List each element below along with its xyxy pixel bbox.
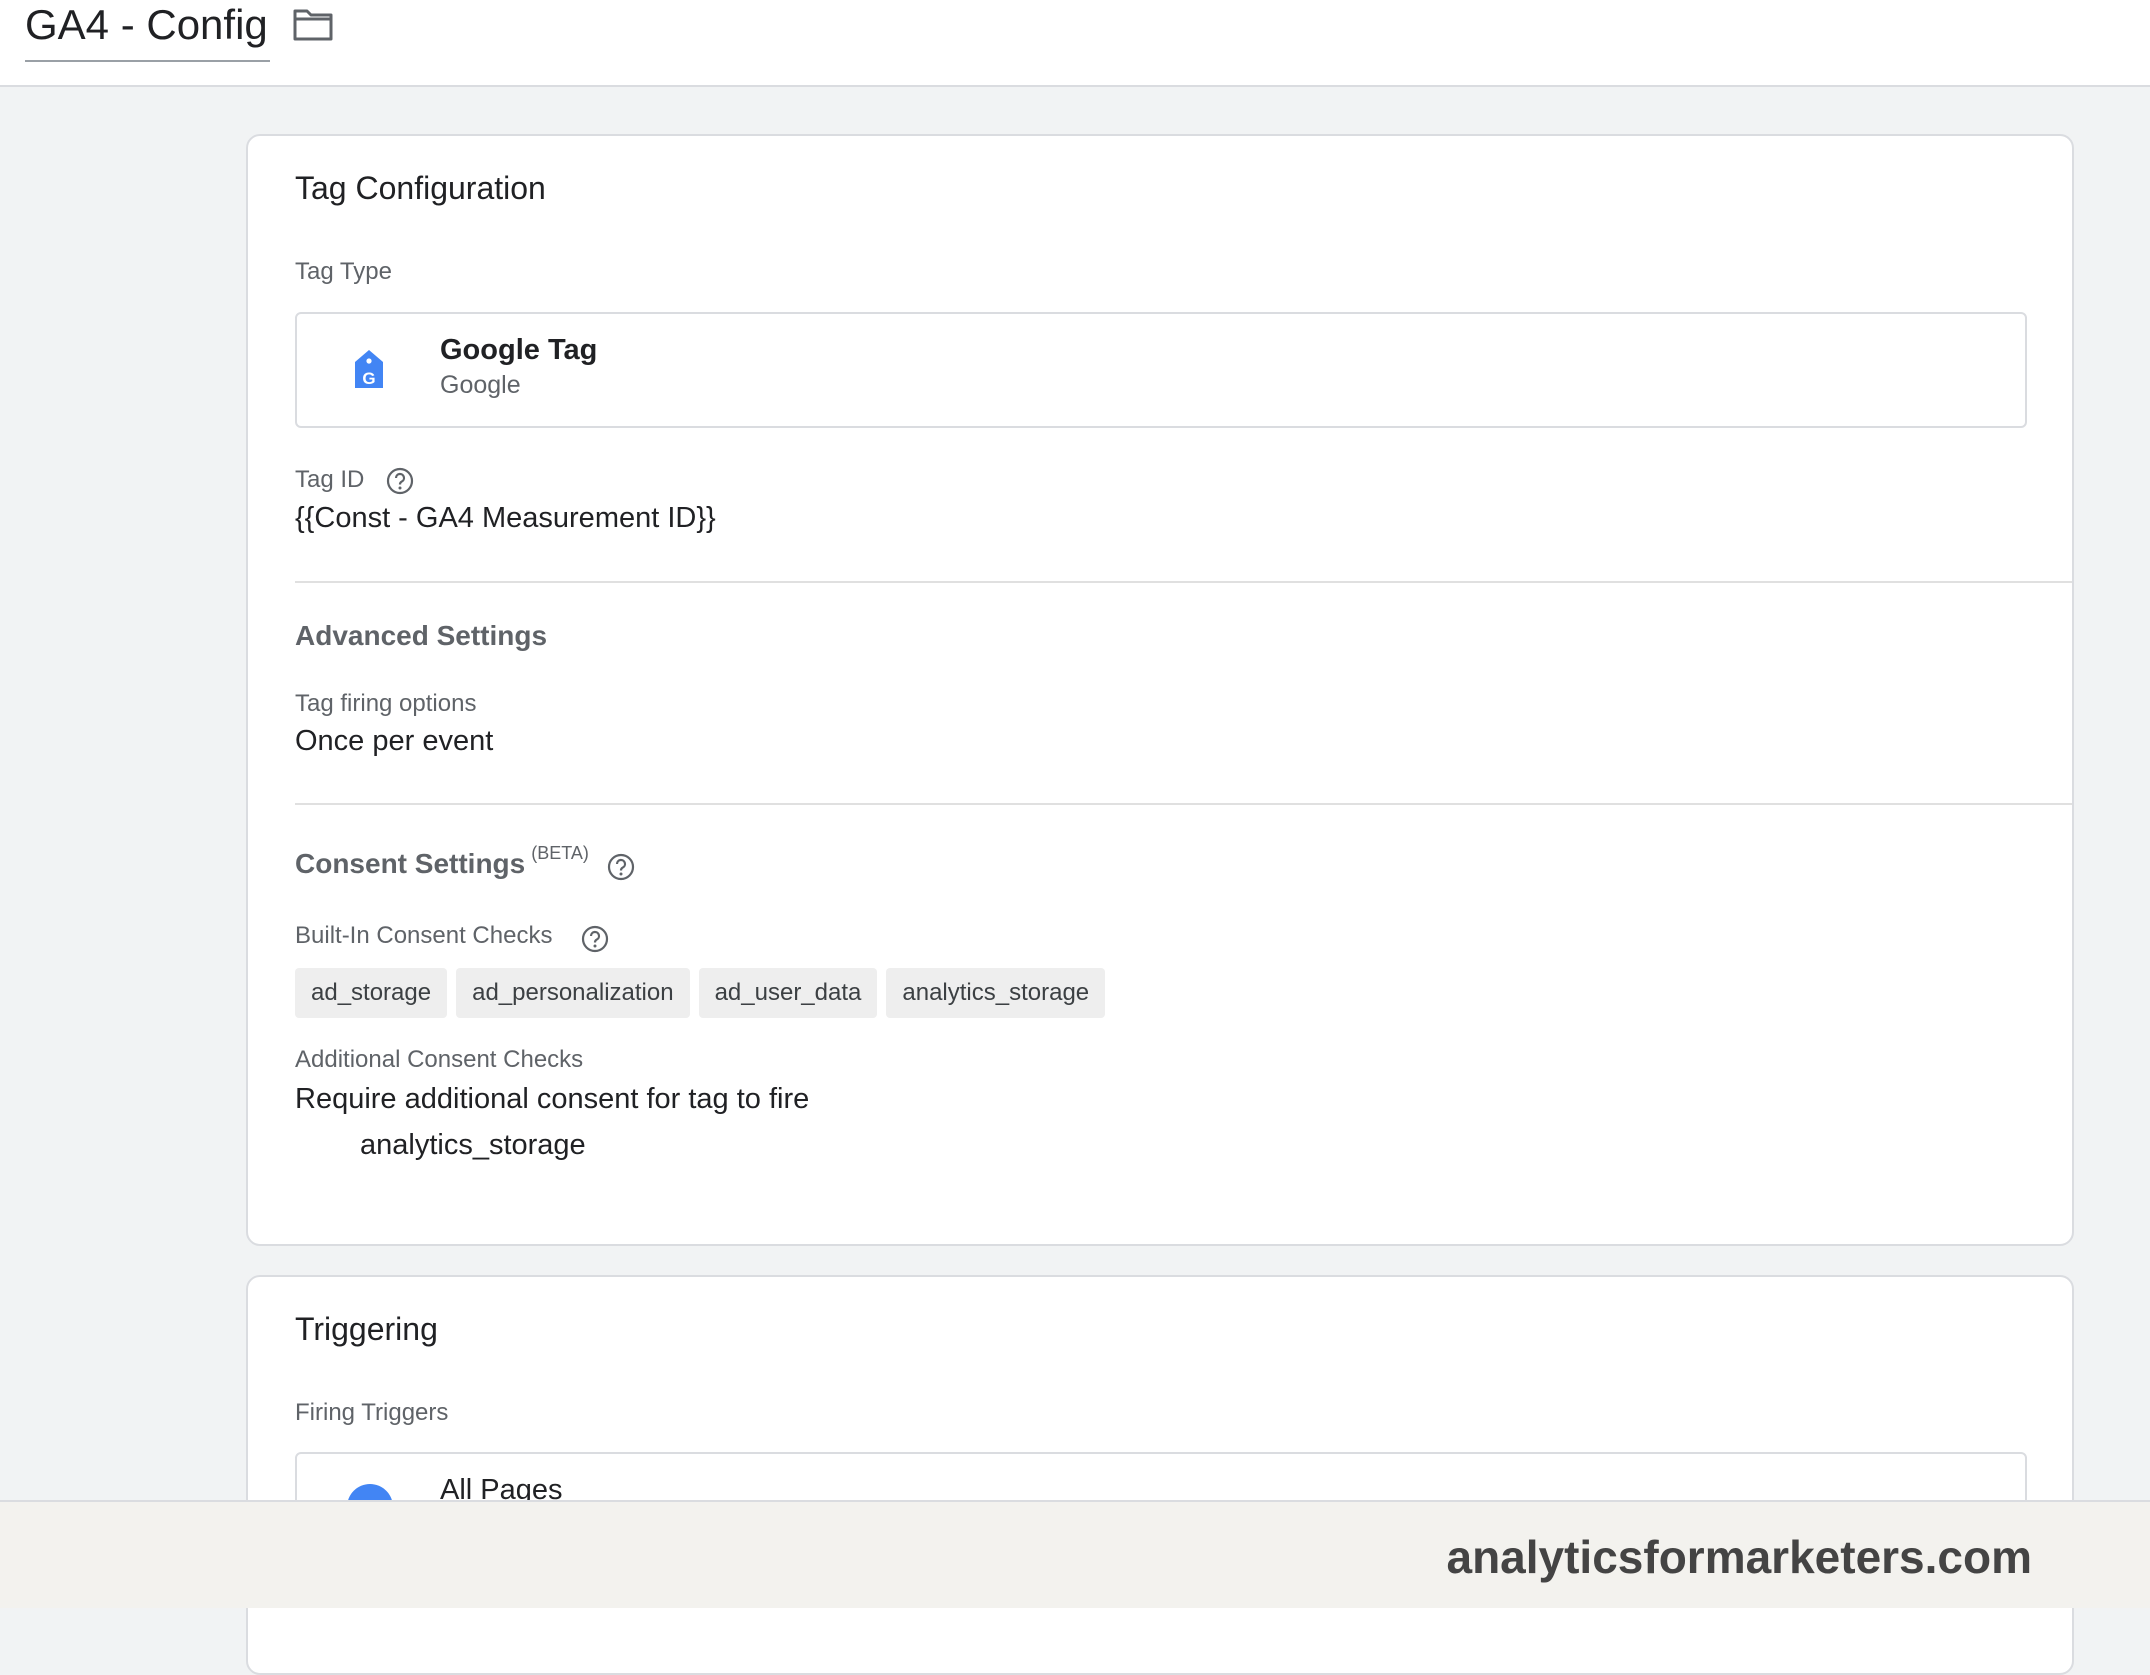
tag-type-name: Google Tag [440, 334, 598, 366]
tag-id-value: {{Const - GA4 Measurement ID}} [295, 502, 716, 534]
consent-chip: ad_user_data [698, 968, 878, 1018]
watermark-footer: analyticsformarketers.com [0, 1500, 2150, 1608]
tag-type-selector[interactable]: G Google Tag Google [295, 312, 2027, 428]
divider [295, 581, 2072, 583]
tag-firing-options-value: Once per event [295, 725, 494, 757]
additional-consent-item: analytics_storage [360, 1129, 586, 1161]
folder-icon[interactable] [292, 6, 334, 42]
brand-watermark: analyticsformarketers.com [1446, 1531, 2032, 1583]
additional-consent-value: Require additional consent for tag to fi… [295, 1083, 810, 1115]
help-icon[interactable] [606, 852, 636, 882]
consent-chip: ad_storage [295, 968, 448, 1018]
svg-text:G: G [362, 369, 375, 388]
tag-id-label: Tag ID [295, 466, 365, 493]
tag-name-field[interactable]: GA4 - Config [25, 0, 270, 62]
advanced-settings-title[interactable]: Advanced Settings [295, 620, 547, 652]
builtin-consent-chips: ad_storage ad_personalization ad_user_da… [295, 968, 1106, 1018]
consent-settings-title[interactable]: Consent Settings (BETA) [295, 843, 589, 880]
firing-triggers-label: Firing Triggers [295, 1399, 449, 1426]
triggering-card[interactable]: Triggering Firing Triggers All Pages [246, 1275, 2074, 1675]
tag-firing-options-label: Tag firing options [295, 690, 477, 717]
google-tag-icon: G [355, 350, 383, 388]
additional-consent-checks-label: Additional Consent Checks [295, 1046, 584, 1073]
tag-editor-header: GA4 - Config [0, 0, 2150, 87]
tag-configuration-card[interactable]: Tag Configuration Tag Type G Google Tag … [246, 134, 2074, 1246]
help-icon[interactable] [385, 466, 415, 496]
divider [295, 803, 2072, 805]
help-icon[interactable] [580, 924, 610, 954]
beta-badge: (BETA) [531, 843, 589, 863]
builtin-consent-checks-label: Built-In Consent Checks [295, 922, 553, 949]
consent-chip: analytics_storage [886, 968, 1106, 1018]
card-title: Tag Configuration [295, 170, 546, 206]
consent-chip: ad_personalization [456, 968, 690, 1018]
card-title: Triggering [295, 1311, 438, 1347]
tag-type-label: Tag Type [295, 258, 392, 285]
tag-type-vendor: Google [440, 371, 521, 399]
consent-settings-label: Consent Settings [295, 848, 526, 879]
